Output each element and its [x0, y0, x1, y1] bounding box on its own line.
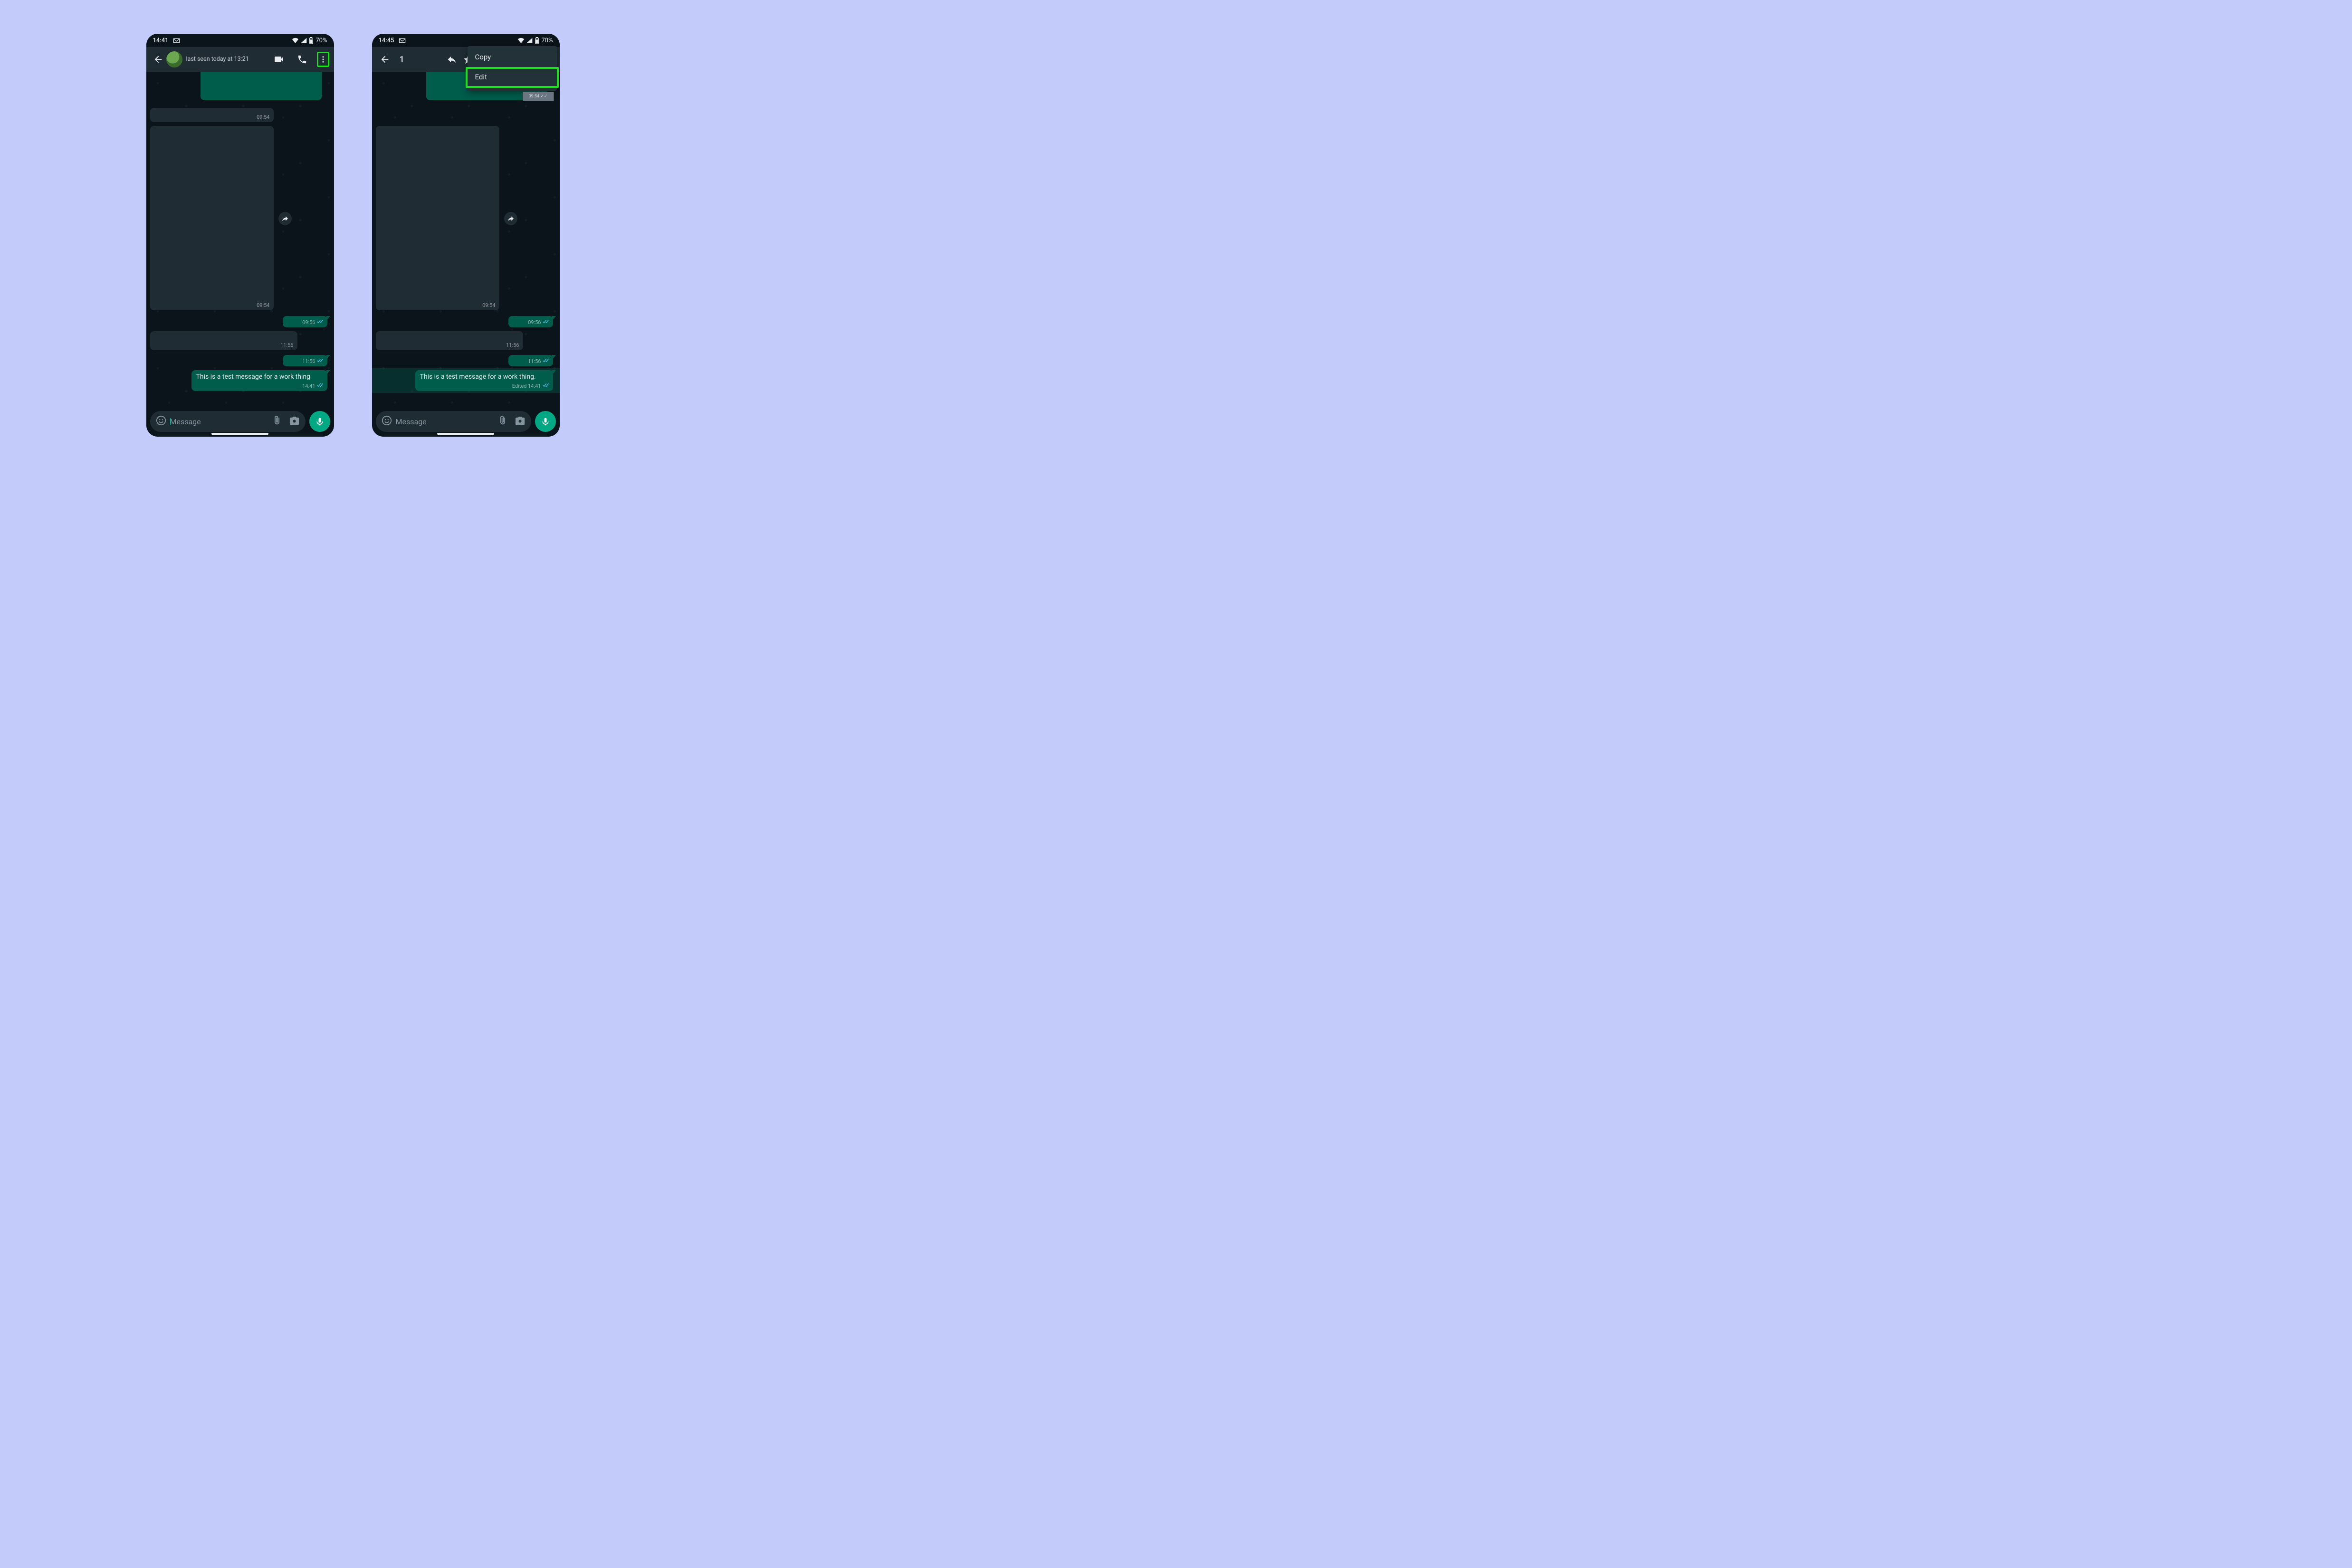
status-bar: 14:41 70%: [146, 34, 334, 47]
back-button[interactable]: [377, 51, 393, 67]
wifi-icon: [517, 38, 525, 43]
read-ticks-icon: [543, 358, 549, 364]
contact-title-area[interactable]: last seen today at 13:21: [186, 56, 270, 63]
wifi-icon: [292, 38, 299, 43]
menu-item-edit[interactable]: Edit: [468, 67, 557, 87]
voice-call-button[interactable]: [294, 51, 310, 67]
read-ticks-icon: [317, 358, 324, 364]
selection-count: 1: [400, 55, 404, 65]
camera-button[interactable]: [515, 415, 526, 428]
message-in-image-large[interactable]: 09:54: [150, 126, 274, 310]
nav-pill: [437, 433, 494, 435]
text-cursor: [396, 418, 397, 425]
voice-record-button[interactable]: [309, 411, 330, 432]
read-ticks-icon: [543, 383, 549, 389]
battery-icon: [535, 37, 539, 44]
message-timestamp: Edited 14:41: [512, 383, 549, 389]
message-timestamp: 11:56: [506, 342, 519, 348]
video-call-button[interactable]: [270, 51, 287, 68]
message-timestamp: 09:54: [257, 114, 269, 120]
battery-percent: 70%: [541, 37, 553, 44]
message-timestamp: 11:56: [280, 342, 293, 348]
message-out-test-selected[interactable]: This is a test message for a work thing.…: [415, 370, 553, 391]
nav-pill: [211, 433, 268, 435]
message-placeholder: Message: [170, 417, 272, 426]
phone-left: 14:41 70% last seen today at 13:21: [146, 34, 334, 437]
message-out-small-1[interactable]: 09:56: [508, 316, 553, 327]
message-out-small-2[interactable]: 11:56: [508, 355, 553, 366]
status-bar: 14:45 70%: [372, 34, 560, 47]
message-timestamp: 09:54: [482, 302, 495, 308]
voice-record-button[interactable]: [535, 411, 556, 432]
message-timestamp: 09:56: [528, 319, 549, 325]
read-ticks-icon: [317, 383, 324, 389]
forward-button[interactable]: [278, 212, 292, 225]
message-in-bar[interactable]: 11:56: [150, 331, 297, 350]
emoji-button[interactable]: [154, 413, 168, 430]
message-in-image-large[interactable]: 09:54: [376, 126, 499, 310]
message-timestamp: 11:56: [302, 358, 323, 364]
forward-button[interactable]: [504, 212, 517, 225]
chat-scroll-area[interactable]: 09:54 09:54 09:56 11:56 11:56: [146, 72, 334, 410]
contact-avatar[interactable]: [166, 51, 182, 67]
message-text-field[interactable]: Message: [150, 411, 306, 432]
message-placeholder: Message: [396, 417, 497, 426]
signal-icon: [301, 38, 307, 43]
emoji-button[interactable]: [380, 413, 394, 430]
more-options-button[interactable]: [317, 52, 329, 67]
gmail-icon: [399, 38, 406, 43]
message-in-bar[interactable]: 11:56: [376, 331, 523, 350]
gmail-icon: [173, 38, 180, 43]
message-timestamp: 14:41: [302, 383, 323, 389]
chat-app-bar: last seen today at 13:21: [146, 47, 334, 72]
attach-button[interactable]: [497, 415, 508, 428]
message-timestamp: 09:54: [257, 302, 269, 308]
back-button[interactable]: [151, 52, 165, 67]
message-out-small-2[interactable]: 11:56: [283, 355, 327, 366]
media-thumbnail[interactable]: 09:54 ✓✓: [523, 92, 554, 101]
battery-percent: 70%: [316, 37, 327, 44]
phone-right: 14:45 70% 1 Copy Edit 09:54 ✓✓: [372, 34, 560, 437]
status-time: 14:41: [153, 37, 169, 44]
message-timestamp: 11:56: [528, 358, 549, 364]
message-out-stub-top[interactable]: [201, 72, 322, 100]
signal-icon: [526, 38, 533, 43]
read-ticks-icon: [317, 319, 324, 325]
message-out-test[interactable]: This is a test message for a work thing …: [191, 370, 327, 391]
read-ticks-icon: [543, 319, 549, 325]
message-text-field[interactable]: Message: [376, 411, 531, 432]
text-cursor: [170, 418, 171, 425]
message-in-image-small[interactable]: 09:54: [150, 108, 274, 122]
reply-button[interactable]: [444, 51, 460, 67]
context-menu: Copy Edit 09:54 ✓✓: [468, 46, 557, 91]
message-out-small-1[interactable]: 09:56: [283, 316, 327, 327]
camera-button[interactable]: [289, 415, 300, 428]
battery-icon: [309, 37, 314, 44]
status-time: 14:45: [379, 37, 394, 44]
chat-scroll-area[interactable]: 09:54 09:56 11:56 11:56 This is a test m…: [372, 72, 560, 410]
message-timestamp: 09:56: [302, 319, 323, 325]
attach-button[interactable]: [272, 415, 282, 428]
last-seen-text: last seen today at 13:21: [186, 56, 270, 63]
menu-item-copy[interactable]: Copy: [468, 47, 557, 67]
